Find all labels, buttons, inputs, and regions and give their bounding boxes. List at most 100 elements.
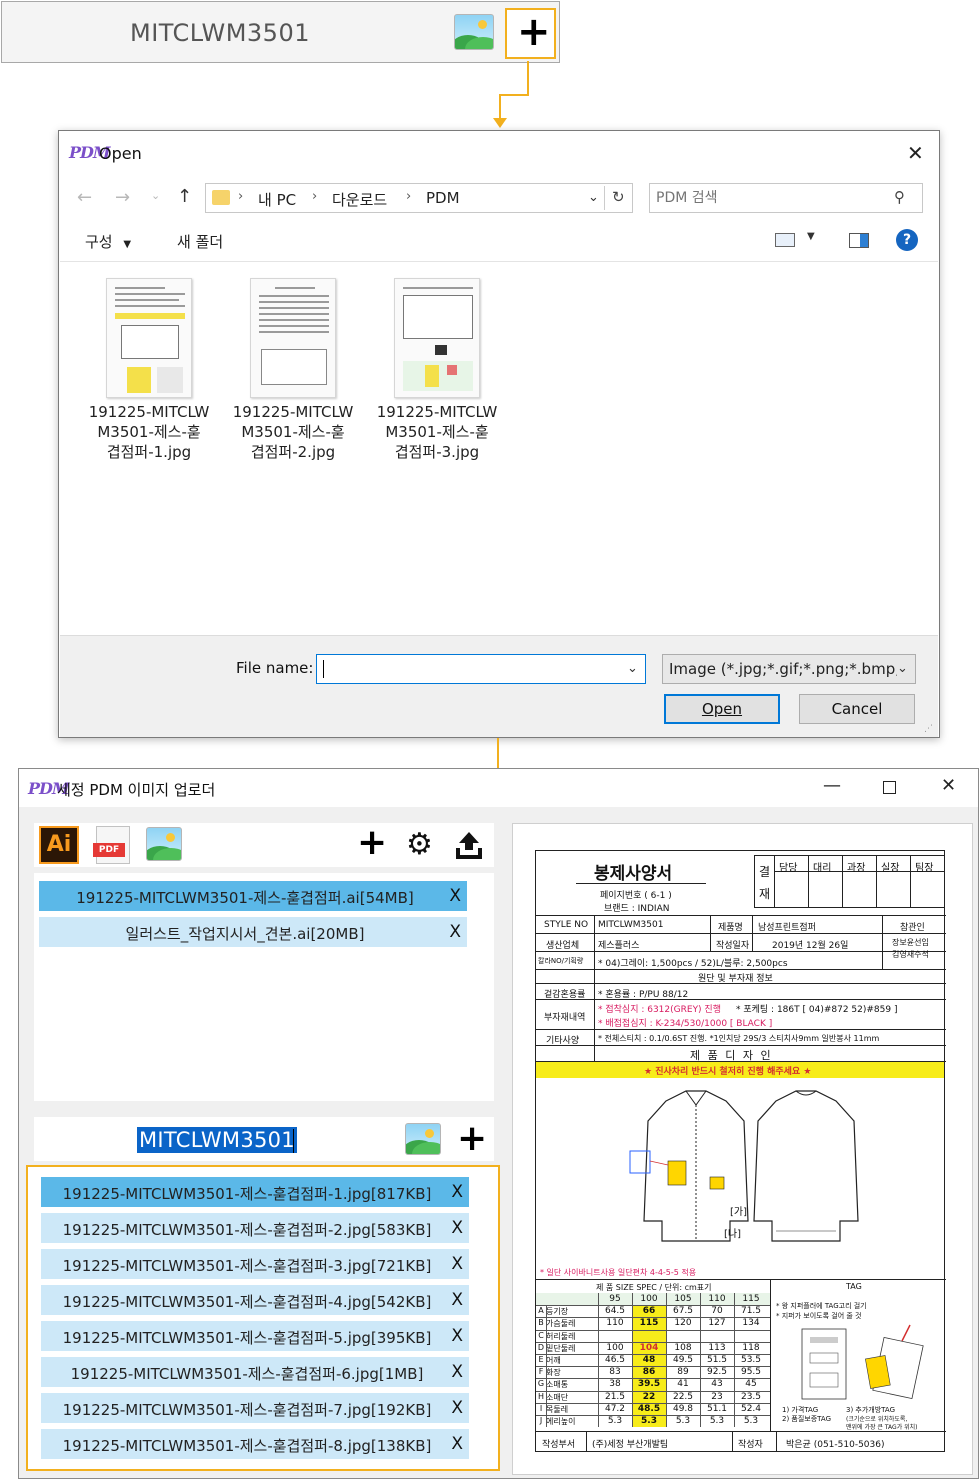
- spec-cell: 48.5: [637, 1403, 661, 1414]
- chevron-down-icon[interactable]: ⌄: [627, 661, 638, 676]
- spec-cell: 22: [642, 1391, 656, 1402]
- remove-icon[interactable]: X: [451, 1254, 463, 1274]
- list-item[interactable]: 191225-MITCLWM3501-제스-훋겹점퍼-2.jpg[583KB] …: [41, 1213, 469, 1243]
- ai-icon[interactable]: Ai: [39, 826, 79, 864]
- uploader-title: 세정 PDM 이미지 업로더: [57, 781, 216, 799]
- preview-pane-icon[interactable]: [849, 233, 869, 248]
- minimize-icon[interactable]: —: [823, 775, 841, 796]
- maker-label: 생산업체: [546, 941, 580, 951]
- spec-cell: 92.5: [706, 1367, 728, 1378]
- refresh-icon[interactable]: ↻: [612, 188, 625, 206]
- jacket-drawing: [629, 1090, 859, 1242]
- maximize-icon[interactable]: [883, 781, 896, 794]
- list-item[interactable]: 191225-MITCLWM3501-제스-훋겹점퍼-7.jpg[192KB] …: [41, 1393, 469, 1423]
- list-item[interactable]: 일러스트_작업지시서_견본.ai[20MB] X: [39, 917, 467, 947]
- image-icon[interactable]: [454, 14, 494, 50]
- file-item[interactable]: 191225-MITCLW M3501-제스-훋 겹점퍼-2.jpg: [228, 274, 358, 470]
- spec-row-code: C: [538, 1330, 544, 1340]
- remove-icon[interactable]: X: [449, 922, 461, 942]
- spec-row-code: B: [538, 1318, 544, 1328]
- close-icon[interactable]: ✕: [941, 775, 956, 796]
- spec-cell: 23.5: [740, 1391, 762, 1402]
- chevron-down-icon[interactable]: ⌄: [897, 661, 908, 676]
- dialog-footer: File name: ⌄ Image (*.jpg;*.gif;*.png;*.…: [60, 635, 938, 737]
- open-button[interactable]: Open: [664, 694, 780, 724]
- search-input[interactable]: [656, 188, 886, 208]
- remove-icon[interactable]: X: [451, 1398, 463, 1418]
- filename-field[interactable]: ⌄: [316, 654, 646, 684]
- breadcrumb-separator: ›: [312, 189, 318, 204]
- breadcrumb-item[interactable]: 내 PC: [258, 189, 296, 210]
- size-spec-table: 95 100 105 110 115 A 등기장 64.5 66 67.5 70 71.5 B 가슴둘레 1…: [536, 1293, 770, 1431]
- breadcrumb-separator: ›: [406, 189, 412, 204]
- list-item[interactable]: 191225-MITCLWM3501-제스-훋겹점퍼-5.jpg[395KB] …: [41, 1321, 469, 1351]
- remove-icon[interactable]: X: [451, 1182, 463, 1202]
- file-item[interactable]: 191225-MITCLW M3501-제스-훋 겹점퍼-1.jpg: [84, 274, 214, 470]
- tag-note: * 지퍼가 보이도록 걸어 줄 것: [776, 1312, 862, 1320]
- sheet-page-no: 페이지번호 ( 6-1 ): [600, 891, 672, 901]
- help-icon[interactable]: ?: [896, 229, 918, 251]
- remove-icon[interactable]: X: [451, 1362, 463, 1382]
- forward-arrow-icon[interactable]: →: [115, 187, 130, 208]
- file-item[interactable]: 191225-MITCLW M3501-제스-훋 겹점퍼-3.jpg: [372, 274, 502, 470]
- column-divider: [546, 1305, 547, 1428]
- address-bar[interactable]: › 내 PC › 다운로드 › PDM ⌄ ↻: [205, 183, 633, 213]
- list-item[interactable]: 191225-MITCLWM3501-제스-훋겹점퍼-3.jpg[721KB] …: [41, 1249, 469, 1279]
- spec-row-name: 에리높이: [546, 1417, 576, 1426]
- add-image-button[interactable]: +: [505, 8, 556, 59]
- breadcrumb-item[interactable]: 다운로드: [332, 189, 387, 210]
- filetype-value: Image (*.jpg;*.gif;*.png;*.bmp;*: [669, 660, 908, 678]
- file-list-area: 191225-MITCLW M3501-제스-훋 겹점퍼-1.jpg 191225-…: [60, 261, 938, 635]
- remove-icon[interactable]: X: [451, 1290, 463, 1310]
- tag-illustration: [801, 1324, 924, 1400]
- image-icon[interactable]: [146, 827, 182, 861]
- upload-icon[interactable]: [454, 830, 484, 860]
- fabric-header: 원단 및 부자재 정보: [698, 974, 773, 984]
- column-divider: [598, 1293, 599, 1428]
- image-icon[interactable]: [405, 1123, 441, 1155]
- column-divider: [666, 1293, 667, 1428]
- spec-cell: 104: [639, 1342, 659, 1353]
- back-arrow-icon[interactable]: ←: [77, 187, 92, 208]
- new-folder-button[interactable]: 새 폴더: [177, 231, 223, 252]
- ai-file-list: 191225-MITCLWM3501-제스-훋겹점퍼.ai[54MB] X 일러…: [34, 873, 494, 1101]
- view-caret-icon[interactable]: ▼: [807, 231, 815, 242]
- pdf-icon[interactable]: PDF: [93, 826, 130, 864]
- spec-cell: 46.5: [604, 1355, 626, 1365]
- callout-label: [가]: [730, 1207, 748, 1218]
- list-item[interactable]: 191225-MITCLWM3501-제스-훋겹점퍼-6.jpg[1MB] X: [41, 1357, 469, 1387]
- add-image-button[interactable]: +: [457, 1121, 487, 1157]
- filename-input[interactable]: [321, 659, 621, 679]
- caret-down-icon: ▼: [123, 239, 132, 250]
- up-arrow-icon[interactable]: ↑: [177, 186, 192, 207]
- list-item[interactable]: 191225-MITCLWM3501-제스-훋겹점퍼-4.jpg[542KB] …: [41, 1285, 469, 1315]
- spec-row-name: 허리둘레: [546, 1331, 576, 1341]
- search-box[interactable]: ⚲: [649, 183, 923, 213]
- filetype-select[interactable]: Image (*.jpg;*.gif;*.png;*.bmp;* ⌄: [662, 654, 916, 684]
- list-item[interactable]: 191225-MITCLWM3501-제스-훋겹점퍼-8.jpg[138KB] …: [41, 1429, 469, 1459]
- organize-menu[interactable]: 구성 ▼: [85, 231, 131, 252]
- resize-grip-icon[interactable]: ⋰: [924, 724, 933, 734]
- add-file-button[interactable]: +: [357, 825, 387, 861]
- product-code-field[interactable]: MITCLWM3501: [137, 1127, 297, 1153]
- spec-row-code: F: [538, 1367, 544, 1377]
- spec-row-name: 소매통: [546, 1380, 569, 1390]
- breadcrumb-item[interactable]: PDM: [426, 189, 460, 207]
- spec-cell: 41: [677, 1379, 689, 1390]
- cancel-button[interactable]: Cancel: [799, 694, 915, 724]
- recent-chevron-icon[interactable]: ⌄: [151, 189, 160, 202]
- remove-icon[interactable]: X: [449, 886, 461, 906]
- tag-note: * 왕 지퍼플러에 TAG고리 걸기: [776, 1302, 867, 1310]
- remove-icon[interactable]: X: [451, 1326, 463, 1346]
- gear-icon[interactable]: ⚙: [406, 830, 433, 860]
- close-icon[interactable]: ✕: [907, 141, 924, 165]
- list-item[interactable]: 191225-MITCLWM3501-제스-훋겹점퍼.ai[54MB] X: [39, 881, 467, 911]
- remove-icon[interactable]: X: [451, 1434, 463, 1454]
- sub-material-value: * 포케팅 : 186T [ 04)#872 52)#859 ]: [736, 1005, 898, 1015]
- remove-icon[interactable]: X: [451, 1218, 463, 1238]
- view-icon[interactable]: [775, 233, 795, 247]
- chevron-down-icon[interactable]: ⌄: [588, 190, 599, 205]
- approval-role: 실장: [881, 863, 900, 874]
- spec-cell: 89: [677, 1367, 689, 1378]
- list-item[interactable]: 191225-MITCLWM3501-제스-훋겹점퍼-1.jpg[817KB] …: [41, 1177, 469, 1207]
